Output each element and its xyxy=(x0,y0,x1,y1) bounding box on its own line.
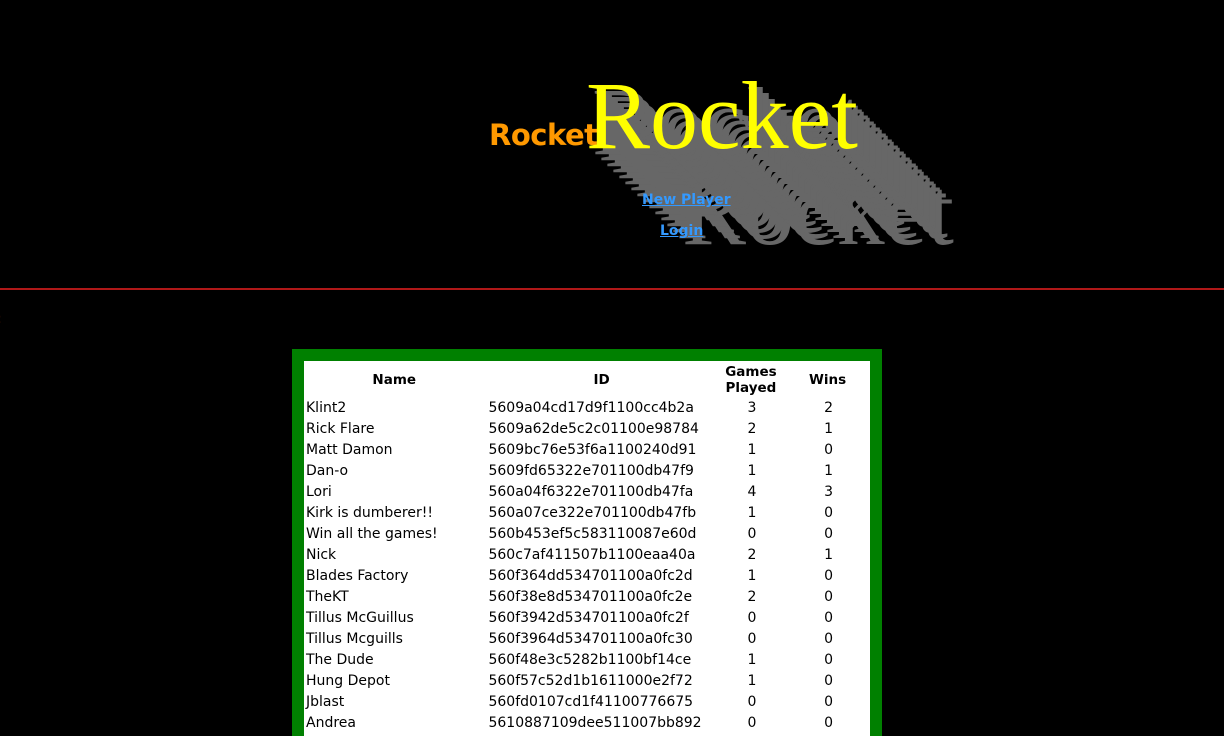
player-name-cell: The Dude xyxy=(306,651,374,668)
column-header-id: ID xyxy=(593,372,610,388)
players-table-panel: Name ID Games Played Wins Klint2 5609a04c… xyxy=(304,361,870,736)
player-name-cell: Jblast xyxy=(306,693,345,710)
games-played-cell: 0 xyxy=(747,630,757,647)
table-row: TheKT 560f38e8d534701100a0fc2e 2 0 xyxy=(304,586,870,607)
player-name-cell: Hung Depot xyxy=(306,672,390,689)
player-id-cell: 560f38e8d534701100a0fc2e xyxy=(488,588,693,605)
wins-cell: 0 xyxy=(824,525,834,542)
games-played-cell: 1 xyxy=(747,504,757,521)
player-id-cell: 560c7af411507b1100eaa40a xyxy=(488,546,696,563)
table-row: Tillus Mcguills 560f3964d534701100a0fc30 0… xyxy=(304,628,870,649)
players-table-body: Klint2 5609a04cd17d9f1100cc4b2a 3 2 Rick Fla… xyxy=(304,397,870,733)
wins-cell: 0 xyxy=(824,714,834,731)
player-name-cell: TheKT xyxy=(306,588,349,605)
games-played-cell: 0 xyxy=(747,609,757,626)
player-id-cell: 560fd0107cd1f41100776675 xyxy=(488,693,694,710)
player-name-cell: Lori xyxy=(306,483,332,500)
games-played-cell: 4 xyxy=(747,483,757,500)
column-header-games-played: Games Played xyxy=(717,363,785,397)
games-played-cell: 1 xyxy=(747,567,757,584)
wins-cell: 0 xyxy=(824,672,834,689)
player-id-cell: 5610887109dee511007bb892 xyxy=(488,714,702,731)
games-played-cell: 2 xyxy=(747,420,757,437)
new-player-link[interactable]: New Player xyxy=(642,192,731,208)
column-header-name: Name xyxy=(372,372,417,388)
table-row: Jblast 560fd0107cd1f41100776675 0 0 xyxy=(304,691,870,712)
player-name-cell: Kirk is dumberer!! xyxy=(306,504,433,521)
table-row: Klint2 5609a04cd17d9f1100cc4b2a 3 2 xyxy=(304,397,870,418)
player-id-cell: 560f3964d534701100a0fc30 xyxy=(488,630,693,647)
player-name-cell: Tillus Mcguills xyxy=(306,630,403,647)
column-header-wins: Wins xyxy=(808,372,847,388)
player-name-cell: Andrea xyxy=(306,714,356,731)
table-row: Win all the games! 560b453ef5c583110087e6… xyxy=(304,523,870,544)
wins-cell: 0 xyxy=(824,588,834,605)
wins-cell: 0 xyxy=(824,441,834,458)
table-row: Kirk is dumberer!! 560a07ce322e701100db47… xyxy=(304,502,870,523)
games-played-cell: 1 xyxy=(747,672,757,689)
table-header-row: Name ID Games Played Wins xyxy=(304,363,870,397)
table-row: Nick 560c7af411507b1100eaa40a 2 1 xyxy=(304,544,870,565)
player-id-cell: 5609a04cd17d9f1100cc4b2a xyxy=(488,399,694,416)
edge-mark: : xyxy=(0,311,2,327)
player-name-cell: Matt Damon xyxy=(306,441,393,458)
games-played-cell: 2 xyxy=(747,546,757,563)
table-row: Tillus McGuillus 560f3942d534701100a0fc2f… xyxy=(304,607,870,628)
table-row: Dan-o 5609fd65322e701100db47f9 1 1 xyxy=(304,460,870,481)
player-id-cell: 5609a62de5c2c01100e98784 xyxy=(488,420,699,437)
login-link[interactable]: Login xyxy=(660,223,703,239)
games-played-cell: 2 xyxy=(747,588,757,605)
wins-cell: 0 xyxy=(824,651,834,668)
wins-cell: 1 xyxy=(824,462,834,479)
player-id-cell: 560a07ce322e701100db47fb xyxy=(488,504,697,521)
player-name-cell: Dan-o xyxy=(306,462,349,479)
wins-cell: 0 xyxy=(824,567,834,584)
player-name-cell: Rick Flare xyxy=(306,420,375,437)
games-played-cell: 1 xyxy=(747,462,757,479)
column-header-games-line1: Games xyxy=(725,364,777,380)
logo-small-text: Rocket xyxy=(489,118,598,152)
table-row: Blades Factory 560f364dd534701100a0fc2d 1 0 xyxy=(304,565,870,586)
table-row: Andrea 5610887109dee511007bb892 0 0 xyxy=(304,712,870,733)
player-name-cell: Nick xyxy=(306,546,337,563)
player-id-cell: 560f364dd534701100a0fc2d xyxy=(488,567,693,584)
header-divider xyxy=(0,288,1224,290)
wins-cell: 1 xyxy=(824,420,834,437)
player-name-cell: Win all the games! xyxy=(306,525,438,542)
wins-cell: 0 xyxy=(824,630,834,647)
table-row: Rick Flare 5609a62de5c2c01100e98784 2 1 xyxy=(304,418,870,439)
wins-cell: 0 xyxy=(824,504,834,521)
games-played-cell: 0 xyxy=(747,693,757,710)
site-header: Rocket Rocket New Player Login xyxy=(0,0,1224,290)
player-id-cell: 560f48e3c5282b1100bf14ce xyxy=(488,651,692,668)
player-name-cell: Klint2 xyxy=(306,399,347,416)
games-played-cell: 1 xyxy=(747,441,757,458)
wins-cell: 0 xyxy=(824,609,834,626)
wins-cell: 2 xyxy=(824,399,834,416)
players-table-frame: Name ID Games Played Wins Klint2 5609a04c… xyxy=(292,349,882,736)
table-row: Lori 560a04f6322e701100db47fa 4 3 xyxy=(304,481,870,502)
player-id-cell: 5609bc76e53f6a1100240d91 xyxy=(488,441,697,458)
player-id-cell: 560f3942d534701100a0fc2f xyxy=(488,609,689,626)
games-played-cell: 1 xyxy=(747,651,757,668)
column-header-games-line2: Played xyxy=(725,380,777,396)
players-table: Name ID Games Played Wins Klint2 5609a04c… xyxy=(304,363,870,733)
wins-cell: 1 xyxy=(824,546,834,563)
games-played-cell: 0 xyxy=(747,714,757,731)
player-id-cell: 5609fd65322e701100db47f9 xyxy=(488,462,694,479)
player-id-cell: 560a04f6322e701100db47fa xyxy=(488,483,694,500)
table-row: Hung Depot 560f57c52d1b1611000e2f72 1 0 xyxy=(304,670,870,691)
table-row: The Dude 560f48e3c5282b1100bf14ce 1 0 xyxy=(304,649,870,670)
logo-big-text: Rocket xyxy=(586,62,858,169)
games-played-cell: 3 xyxy=(747,399,757,416)
wins-cell: 0 xyxy=(824,693,834,710)
wins-cell: 3 xyxy=(824,483,834,500)
games-played-cell: 0 xyxy=(747,525,757,542)
player-id-cell: 560b453ef5c583110087e60d xyxy=(488,525,697,542)
player-id-cell: 560f57c52d1b1611000e2f72 xyxy=(488,672,693,689)
player-name-cell: Tillus McGuillus xyxy=(306,609,414,626)
player-name-cell: Blades Factory xyxy=(306,567,409,584)
table-row: Matt Damon 5609bc76e53f6a1100240d91 1 0 xyxy=(304,439,870,460)
